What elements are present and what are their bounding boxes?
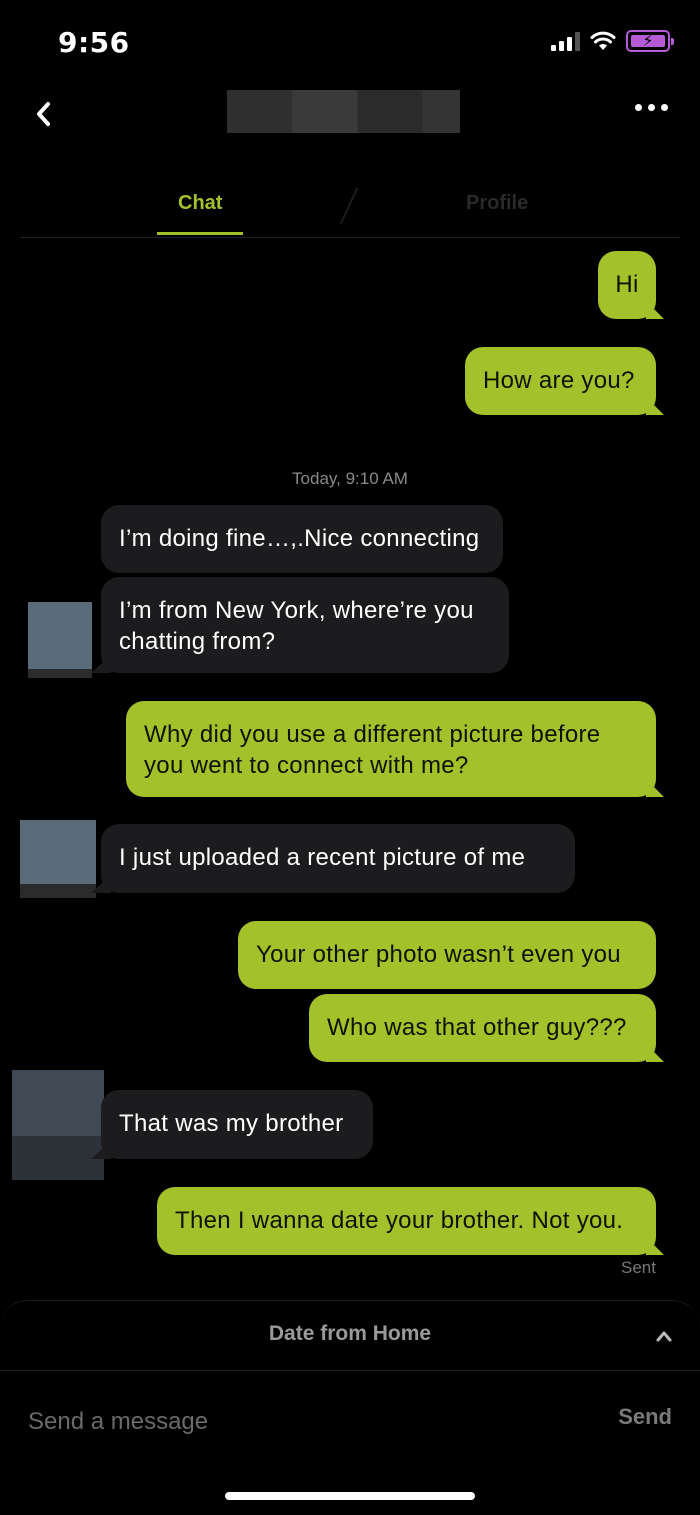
chevron-left-icon xyxy=(37,102,50,126)
back-button[interactable] xyxy=(28,96,58,132)
tab-chat[interactable]: Chat xyxy=(178,192,222,215)
message-incoming: That was my brother xyxy=(101,1090,373,1159)
wifi-icon xyxy=(590,31,616,50)
message-input[interactable] xyxy=(28,1400,528,1444)
battery-charging-icon: ⚡ xyxy=(626,30,674,52)
message-outgoing: Why did you use a different picture befo… xyxy=(126,701,656,797)
date-from-home-toggle[interactable]: Date from Home xyxy=(0,1322,700,1346)
panel-divider xyxy=(0,1370,700,1371)
tab-profile[interactable]: Profile xyxy=(466,192,528,215)
status-icons: ⚡ xyxy=(551,30,674,52)
tab-divider xyxy=(339,188,359,224)
ellipsis-icon-dot xyxy=(648,104,655,111)
ellipsis-icon-dot xyxy=(635,104,642,111)
ellipsis-icon-dot xyxy=(661,104,668,111)
redacted-contact-name xyxy=(227,90,460,133)
message-incoming: I just uploaded a recent picture of me xyxy=(101,824,575,893)
contact-avatar[interactable] xyxy=(28,602,92,678)
message-incoming: I’m doing fine…,.Nice connecting xyxy=(101,505,503,573)
battery-bolt-glyph: ⚡ xyxy=(642,31,654,50)
active-tab-indicator xyxy=(157,232,243,235)
status-time: 9:56 xyxy=(58,26,130,59)
more-options-button[interactable] xyxy=(635,104,668,111)
message-incoming: I’m from New York, where’re you chatting… xyxy=(101,577,509,673)
message-outgoing: Then I wanna date your brother. Not you. xyxy=(157,1187,656,1255)
message-outgoing: How are you? xyxy=(465,347,656,415)
contact-avatar[interactable] xyxy=(20,820,96,898)
home-indicator[interactable] xyxy=(225,1492,475,1500)
contact-avatar[interactable] xyxy=(12,1070,104,1180)
sent-status: Sent xyxy=(621,1258,656,1277)
cellular-signal-icon xyxy=(551,31,580,51)
expand-panel-button[interactable] xyxy=(654,1326,674,1346)
message-outgoing: Hi xyxy=(598,251,656,319)
tab-bar: Chat Profile xyxy=(20,178,680,238)
send-button[interactable]: Send xyxy=(618,1404,672,1430)
message-timestamp: Today, 9:10 AM xyxy=(292,469,408,488)
chevron-up-icon xyxy=(656,1331,672,1342)
message-outgoing: Who was that other guy??? xyxy=(309,994,656,1062)
message-outgoing: Your other photo wasn’t even you xyxy=(238,921,656,989)
